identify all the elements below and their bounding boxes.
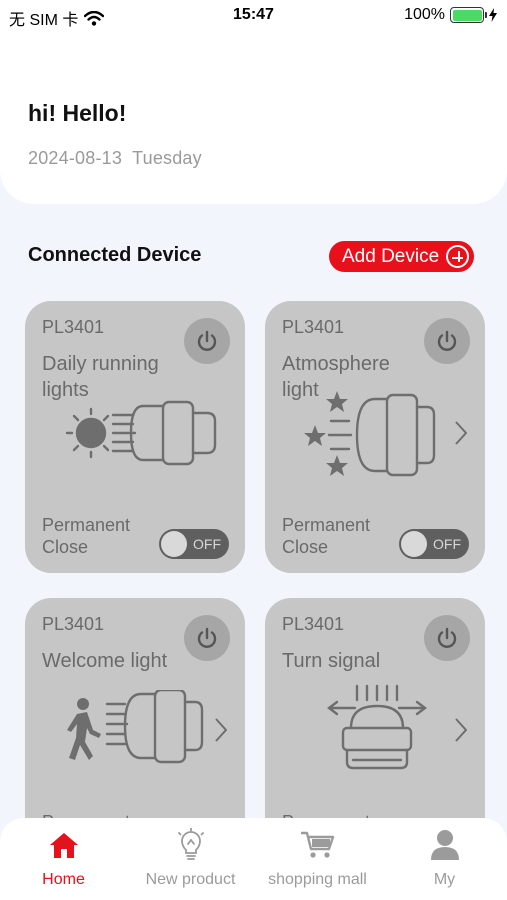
device-name: Welcome light — [42, 650, 168, 672]
toggle-state-label: OFF — [433, 536, 461, 552]
tab-label: My — [433, 871, 456, 888]
lightbulb-icon — [177, 828, 204, 860]
chevron-right-icon — [215, 718, 227, 742]
user-icon — [430, 830, 459, 860]
chevron-right-icon — [455, 718, 467, 742]
tab-label: New product — [145, 871, 236, 888]
power-icon — [197, 627, 217, 648]
toggle-knob — [401, 531, 427, 557]
status-bar: 无 SIM 卡 15:47 100% — [0, 0, 507, 32]
power-icon — [197, 330, 217, 351]
tab-label: shopping mall — [268, 871, 367, 888]
power-toggle[interactable]: OFF — [399, 529, 469, 559]
welcome-walker-icon — [67, 690, 204, 764]
toggle-knob — [161, 531, 187, 557]
power-button[interactable] — [424, 318, 470, 364]
device-model: PL3401 — [42, 317, 105, 337]
cart-icon — [300, 831, 334, 858]
device-model: PL3401 — [282, 614, 345, 634]
power-button[interactable] — [424, 615, 470, 661]
tab-new-product[interactable]: New product — [127, 828, 254, 894]
device-name: Turn signal — [282, 650, 381, 672]
tab-label: Home — [42, 871, 85, 888]
battery-icon — [450, 7, 487, 23]
date-line: 2024-08-13 Tuesday — [28, 148, 202, 169]
chevron-right-icon — [455, 421, 467, 445]
connected-device-title: Connected Device — [28, 244, 202, 266]
bottom-tab-bar: Home New product shopping mall My — [0, 818, 507, 900]
power-toggle[interactable]: OFF — [159, 529, 229, 559]
device-mode: Permanent Close — [42, 515, 131, 557]
tab-my[interactable]: My — [381, 828, 507, 894]
power-button[interactable] — [184, 318, 230, 364]
plus-circle-icon — [446, 245, 469, 268]
charging-bolt-icon — [489, 8, 497, 22]
power-icon — [437, 627, 457, 648]
weekday-text: Tuesday — [132, 148, 202, 168]
device-card-daily-running-lights[interactable]: PL3401 Daily running lights Permanent Cl… — [25, 301, 245, 573]
home-icon — [49, 833, 78, 858]
tab-home[interactable]: Home — [0, 828, 127, 894]
power-button[interactable] — [184, 615, 230, 661]
turn-signal-icon — [327, 684, 427, 770]
date-text: 2024-08-13 — [28, 148, 123, 168]
power-icon — [437, 330, 457, 351]
daylight-lamp-icon — [65, 400, 217, 466]
device-mode: Permanent Close — [282, 515, 371, 557]
toggle-state-label: OFF — [193, 536, 221, 552]
device-model: PL3401 — [282, 317, 345, 337]
battery-percent: 100% — [404, 6, 445, 23]
header-card: 无 SIM 卡 15:47 100% hi! Hello! 2024-08-13… — [0, 0, 507, 204]
greeting-title: hi! Hello! — [28, 100, 127, 126]
atmosphere-lamp-icon — [304, 391, 436, 477]
tab-shopping-mall[interactable]: shopping mall — [254, 828, 381, 894]
device-model: PL3401 — [42, 614, 105, 634]
add-device-button[interactable]: Add Device — [329, 241, 474, 272]
device-card-atmosphere-light[interactable]: PL3401 Atmosphere light Permanent Close … — [265, 301, 485, 573]
add-device-label: Add Device — [342, 245, 440, 267]
